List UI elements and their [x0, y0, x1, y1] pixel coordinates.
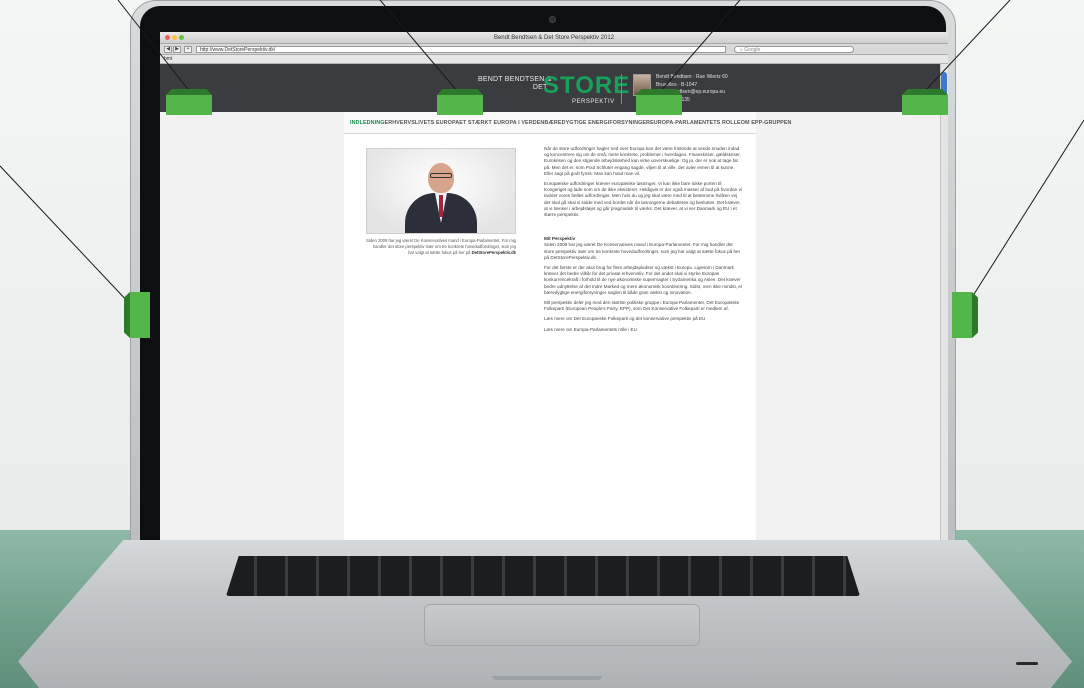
callout-line [963, 119, 1084, 311]
callout-marker-top-center-right [636, 95, 682, 115]
callout-line [117, 0, 191, 93]
callout-marker-top-center [437, 95, 483, 115]
callout-marker-top-left [166, 95, 212, 115]
callout-marker-right [952, 292, 972, 338]
callout-line [379, 0, 459, 93]
callout-line [0, 165, 131, 305]
callout-marker-top-right [902, 95, 948, 115]
callout-marker-left [130, 292, 150, 338]
callout-line [923, 0, 1011, 93]
callout-line [659, 0, 741, 93]
